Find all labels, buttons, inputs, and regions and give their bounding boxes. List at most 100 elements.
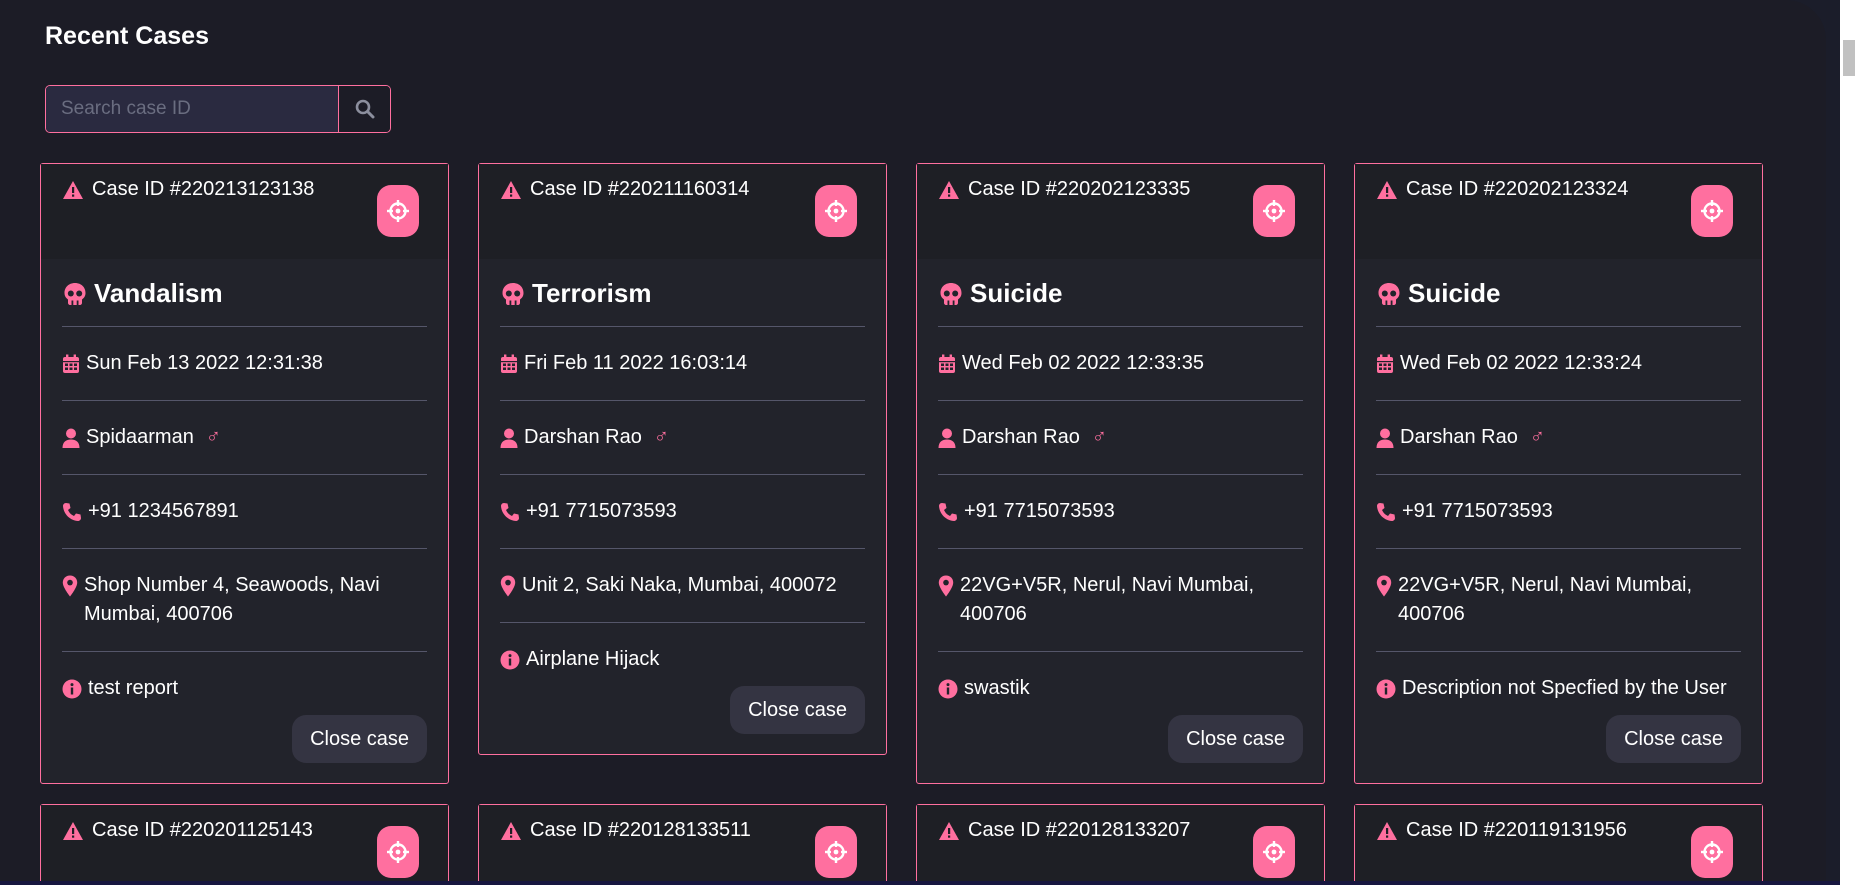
case-description: Description not Specfied by the User [1402,677,1727,699]
case-id-text: Case ID #220128133511 [530,819,751,841]
reporter-name: Spidaarman [86,426,194,448]
description-row: test report [62,652,427,715]
close-case-button[interactable]: Close case [292,715,427,763]
crosshair-icon [825,200,847,222]
close-case-button[interactable]: Close case [1168,715,1303,763]
locate-button[interactable] [815,826,857,878]
scrollbar-thumb[interactable] [1843,40,1855,76]
case-id-text: Case ID #220211160314 [530,178,750,200]
case-card: Case ID #220119131956 [1354,804,1763,885]
address-row: Shop Number 4, Seawoods, Navi Mumbai, 40… [62,549,427,652]
case-datetime: Wed Feb 02 2022 12:33:24 [1400,352,1643,374]
case-card-header: Case ID #220128133207 [917,805,1324,885]
warning-icon [63,180,83,199]
case-address: Unit 2, Saki Naka, Mumbai, 400072 [522,574,837,596]
case-id: Case ID #220202123324 [1376,178,1628,201]
case-card-header: Case ID #220119131956 [1355,805,1762,885]
case-id: Case ID #220211160314 [500,178,749,201]
locate-button[interactable] [377,185,419,237]
crime-type-label: Suicide [970,278,1063,308]
main-panel: Recent Cases Case ID #220213123138 [0,0,1826,885]
crime-type: Terrorism [500,260,865,327]
search-input[interactable] [46,86,338,132]
case-card: Case ID #220211160314 Terrorism Fri Feb … [478,163,887,755]
locate-button[interactable] [1691,185,1733,237]
description-row: Description not Specfied by the User [1376,652,1741,715]
case-address: 22VG+V5R, Nerul, Navi Mumbai, 400706 [960,574,1255,625]
close-case-button[interactable]: Close case [730,686,865,734]
case-card: Case ID #220202123335 Suicide Wed Feb 02… [916,163,1325,784]
warning-icon [1377,180,1397,199]
search-bar [45,85,391,133]
phone-icon [501,502,519,521]
case-id-text: Case ID #220128133207 [968,819,1191,841]
date-row: Wed Feb 02 2022 12:33:35 [938,327,1303,401]
crime-type-label: Terrorism [532,278,652,308]
warning-icon [939,821,959,840]
crosshair-icon [1701,200,1723,222]
map-pin-icon [500,575,516,596]
case-card-header: Case ID #220202123335 [917,164,1324,260]
reporter-row: Darshan Rao ♂ [1376,401,1741,475]
cases-grid: Case ID #220213123138 Vandalism Sun Feb … [40,163,1763,885]
locate-button[interactable] [377,826,419,878]
search-button[interactable] [338,86,390,132]
vertical-scrollbar[interactable] [1840,0,1858,885]
skull-icon [940,282,962,305]
case-id-text: Case ID #220119131956 [1406,819,1627,841]
case-card: Case ID #220202123324 Suicide Wed Feb 02… [1354,163,1763,784]
case-card: Case ID #220213123138 Vandalism Sun Feb … [40,163,449,784]
calendar-icon [939,354,955,373]
phone-row: +91 7715073593 [500,475,865,549]
locate-button[interactable] [1691,826,1733,878]
phone-row: +91 7715073593 [1376,475,1741,549]
crosshair-icon [1263,841,1285,863]
case-card: Case ID #220128133511 [478,804,887,885]
phone-row: +91 7715073593 [938,475,1303,549]
case-card-header: Case ID #220128133511 [479,805,886,885]
crosshair-icon [387,841,409,863]
user-icon [1376,428,1394,448]
map-pin-icon [1376,575,1392,596]
reporter-name: Darshan Rao [962,426,1080,448]
locate-button[interactable] [1253,826,1295,878]
locate-button[interactable] [815,185,857,237]
case-id: Case ID #220213123138 [62,178,314,201]
user-icon [938,428,956,448]
phone-number: +91 1234567891 [88,500,239,522]
male-gender-icon: ♂ [653,426,669,448]
date-row: Sun Feb 13 2022 12:31:38 [62,327,427,401]
case-id: Case ID #220202123335 [938,178,1190,201]
phone-number: +91 7715073593 [964,500,1115,522]
crime-type-label: Suicide [1408,278,1501,308]
calendar-icon [501,354,517,373]
case-id: Case ID #220201125143 [62,819,313,842]
address-row: Unit 2, Saki Naka, Mumbai, 400072 [500,549,865,623]
case-card: Case ID #220128133207 [916,804,1325,885]
case-id: Case ID #220128133511 [500,819,751,842]
warning-icon [939,180,959,199]
case-card-header: Case ID #220213123138 [41,164,448,260]
case-address: Shop Number 4, Seawoods, Navi Mumbai, 40… [84,574,380,625]
reporter-name: Darshan Rao [524,426,642,448]
case-address: 22VG+V5R, Nerul, Navi Mumbai, 400706 [1398,574,1693,625]
info-icon [1376,679,1396,698]
crime-type-label: Vandalism [94,278,223,308]
locate-button[interactable] [1253,185,1295,237]
crosshair-icon [1701,841,1723,863]
address-row: 22VG+V5R, Nerul, Navi Mumbai, 400706 [1376,549,1741,652]
case-id: Case ID #220119131956 [1376,819,1627,842]
date-row: Fri Feb 11 2022 16:03:14 [500,327,865,401]
case-datetime: Fri Feb 11 2022 16:03:14 [524,352,748,374]
reporter-row: Spidaarman ♂ [62,401,427,475]
warning-icon [63,821,83,840]
phone-number: +91 7715073593 [526,500,677,522]
case-id: Case ID #220128133207 [938,819,1190,842]
user-icon [500,428,518,448]
crime-type: Suicide [1376,260,1741,327]
case-datetime: Sun Feb 13 2022 12:31:38 [86,352,323,374]
map-pin-icon [938,575,954,596]
crosshair-icon [387,200,409,222]
case-card-header: Case ID #220201125143 [41,805,448,885]
close-case-button[interactable]: Close case [1606,715,1741,763]
